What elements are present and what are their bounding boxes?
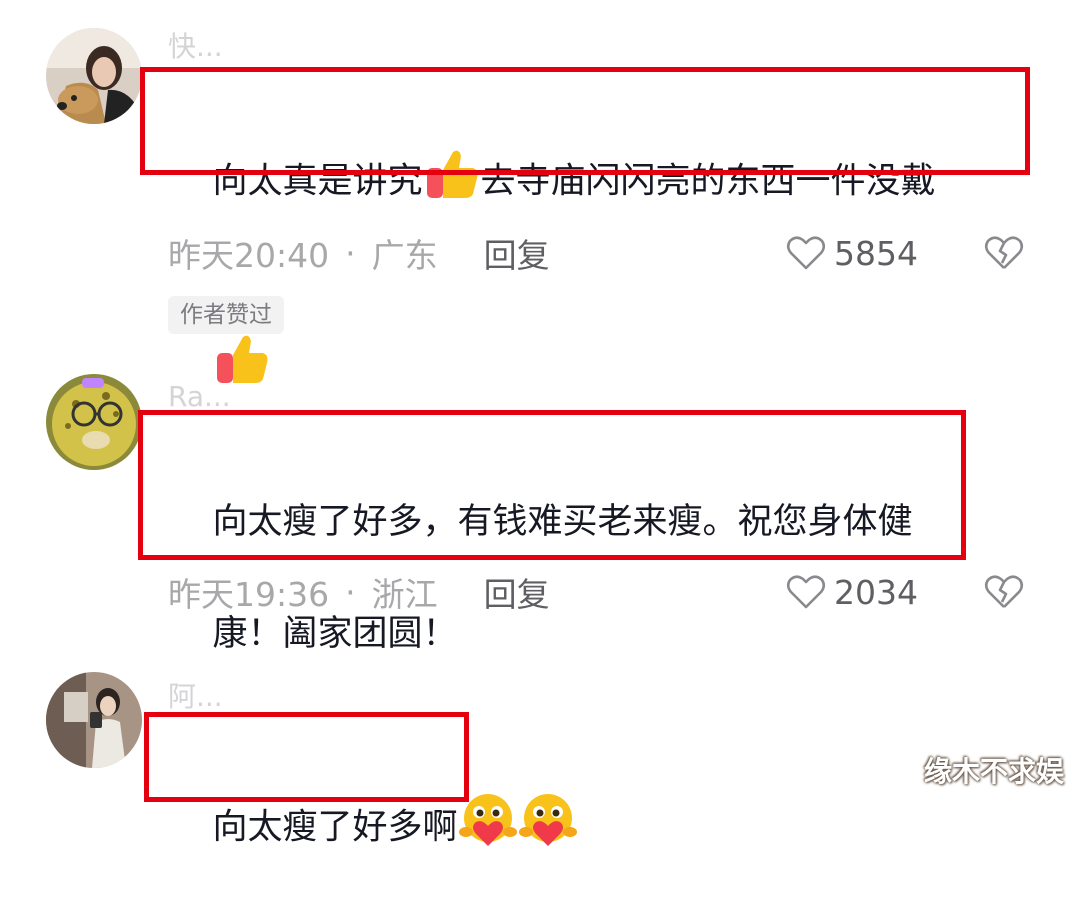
comment-username[interactable]: Ra... xyxy=(168,380,231,414)
highlight-box xyxy=(144,712,469,802)
comment-username[interactable]: 快... xyxy=(168,30,223,64)
comment-meta: 昨天20:40 · 广东 回复 xyxy=(168,229,550,277)
like-button[interactable]: 2034 xyxy=(786,570,918,614)
dislike-button[interactable] xyxy=(984,570,1024,614)
comment-meta: 昨天19:36 · 浙江 回复 xyxy=(168,568,550,616)
separator-dot: · xyxy=(345,572,356,612)
highlight-box xyxy=(138,410,966,560)
heart-icon xyxy=(786,236,826,270)
reply-button[interactable]: 回复 xyxy=(484,229,550,277)
comment-location: 广东 xyxy=(371,236,438,275)
broken-heart-icon xyxy=(984,575,1024,608)
broken-heart-icon xyxy=(984,236,1024,269)
separator-dot: · xyxy=(345,233,356,273)
comment-username[interactable]: 阿... xyxy=(168,680,223,714)
comment-location: 浙江 xyxy=(371,575,438,614)
comment-time: 昨天19:36 xyxy=(168,575,330,614)
comment-text-line: 康！阖家团圆！ xyxy=(212,614,458,654)
author-liked-badge: 作者赞过 xyxy=(168,296,284,334)
dislike-button[interactable] xyxy=(984,231,1024,275)
avatar[interactable] xyxy=(46,374,142,470)
heart-face-emoji-icon xyxy=(458,792,518,865)
comment-time: 昨天20:40 xyxy=(168,236,330,275)
like-button[interactable]: 5854 xyxy=(786,231,918,275)
avatar[interactable] xyxy=(46,672,142,768)
heart-icon xyxy=(786,575,826,609)
highlight-box xyxy=(140,67,1030,175)
reply-button[interactable]: 回复 xyxy=(484,568,550,616)
like-count: 2034 xyxy=(834,572,918,612)
heart-face-emoji-icon xyxy=(518,792,578,865)
avatar[interactable] xyxy=(46,28,142,124)
comment-text-part: 向太瘦了好多啊 xyxy=(212,807,458,848)
watermark: 缘木不求娱 xyxy=(923,755,1064,788)
like-count: 5854 xyxy=(834,233,918,273)
